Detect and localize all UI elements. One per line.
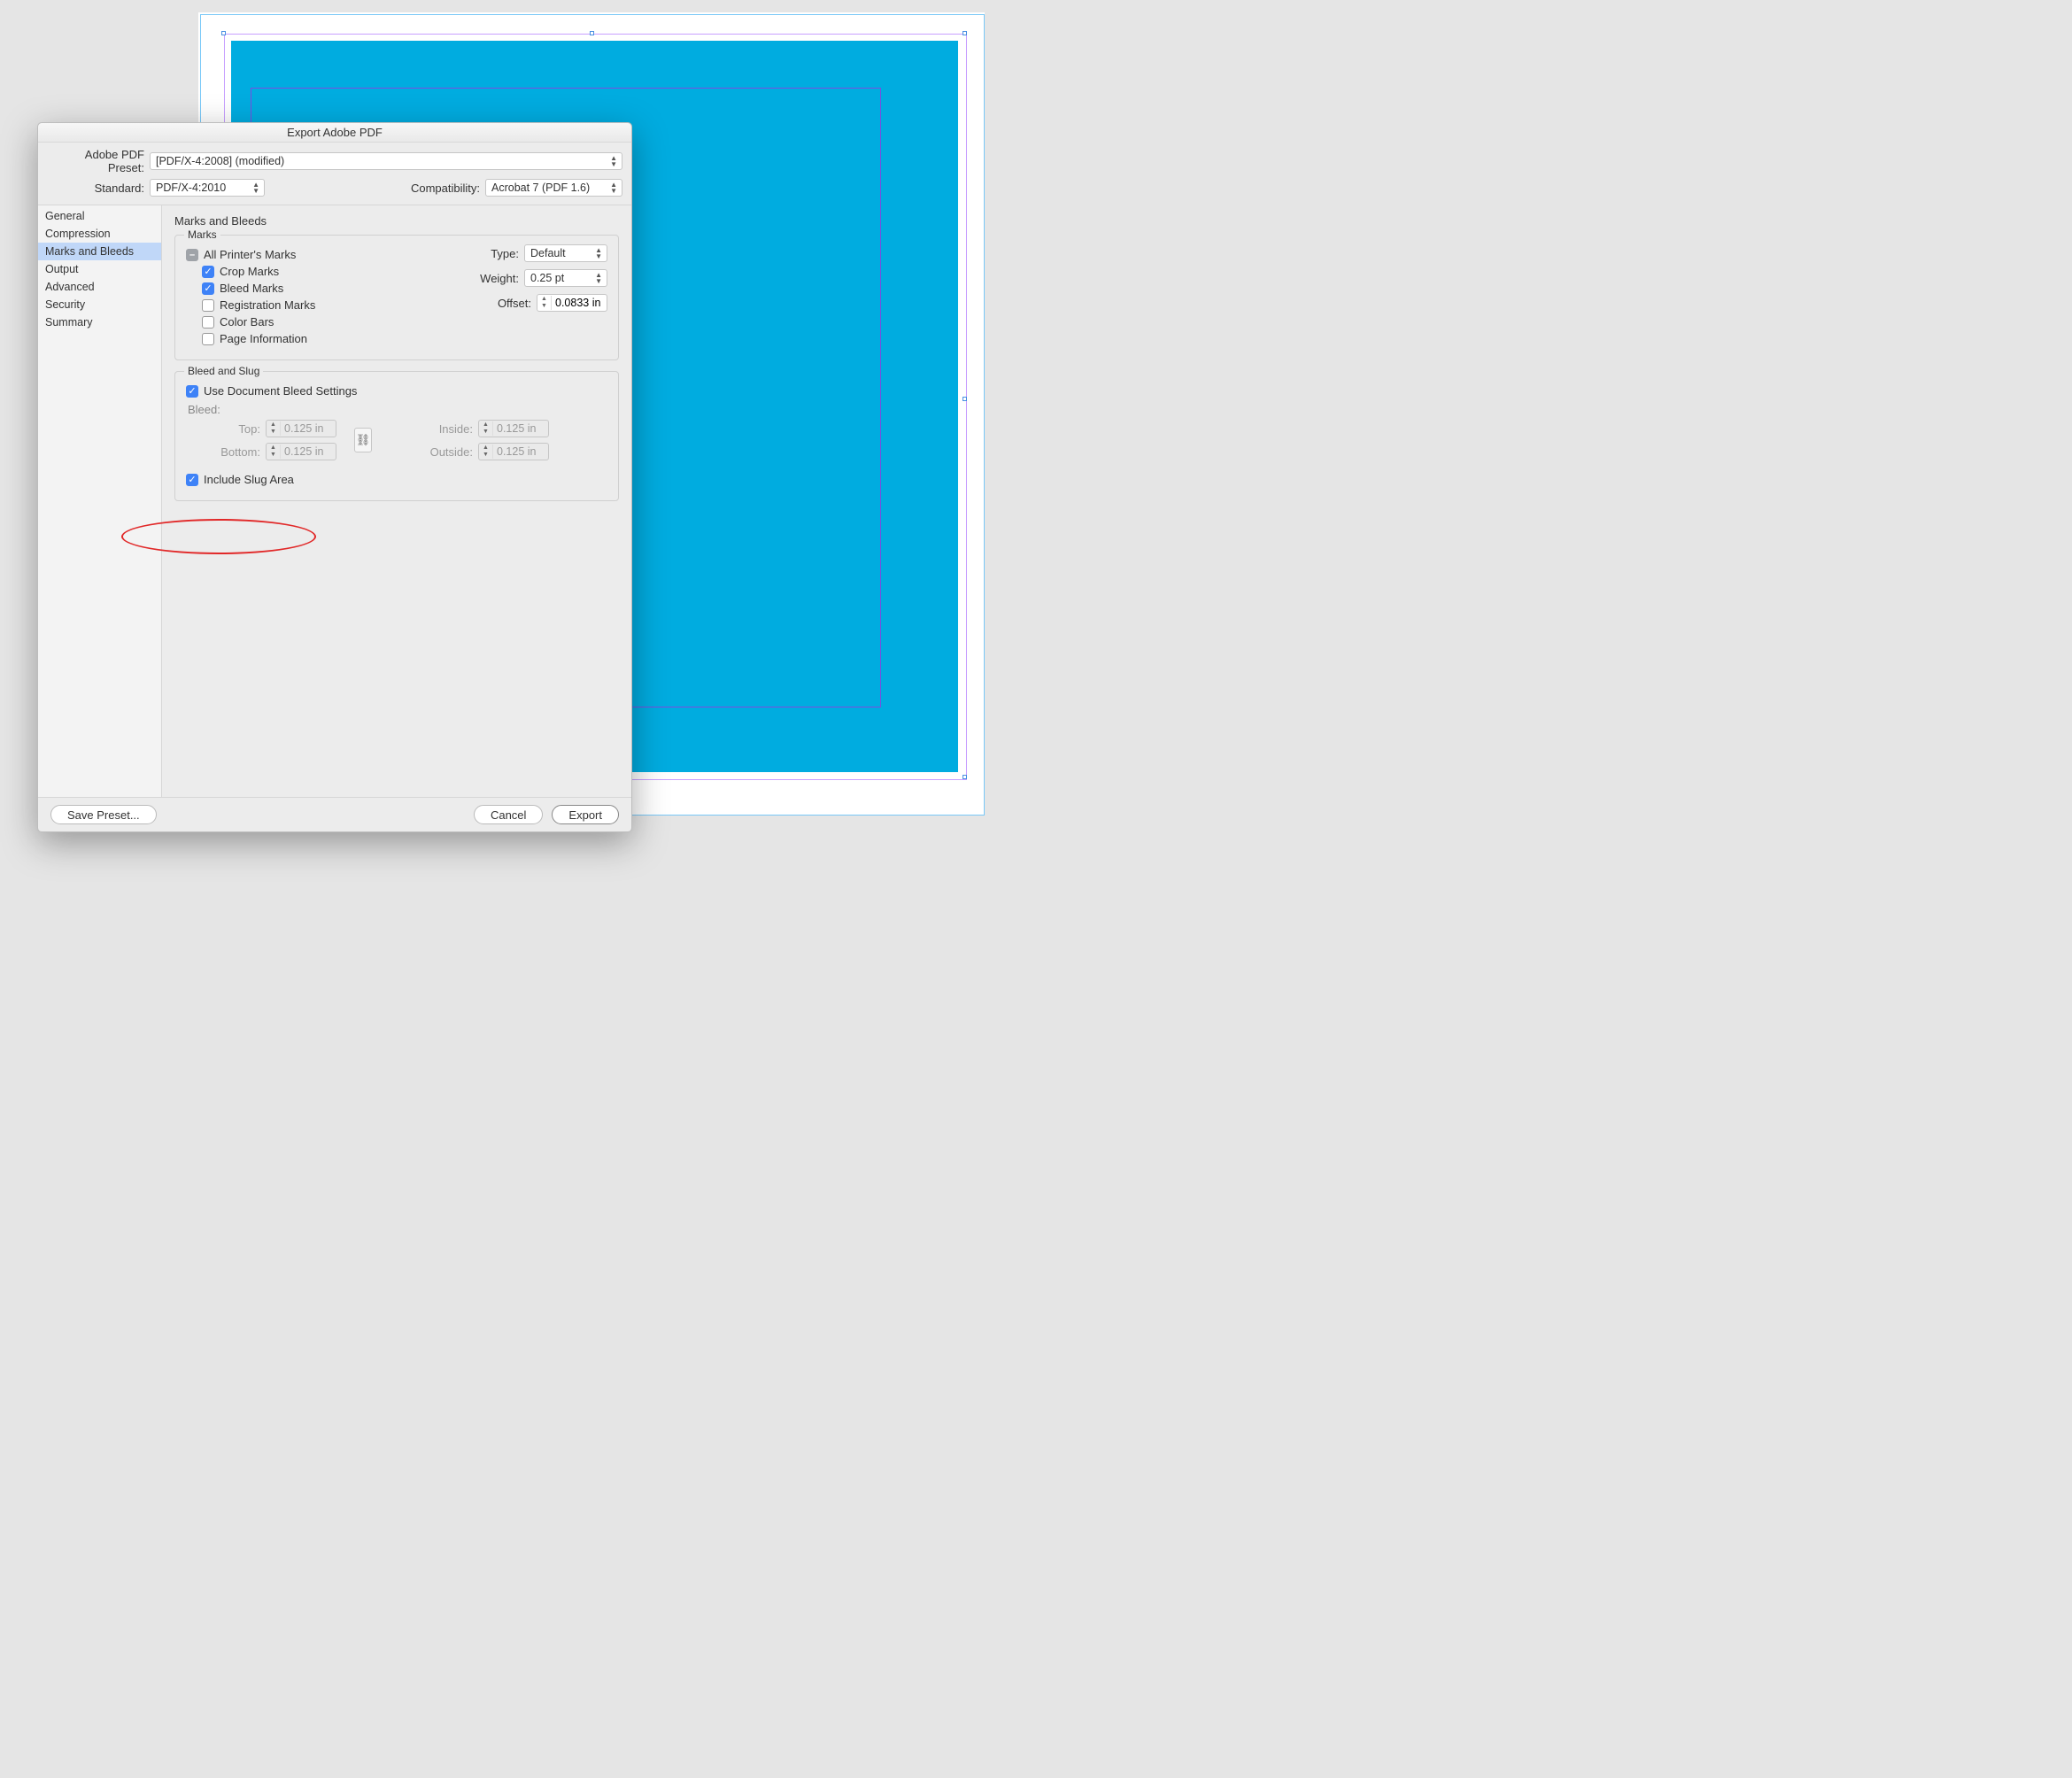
bleed-marks-label: Bleed Marks bbox=[220, 282, 283, 295]
bleed-slug-fieldset: Bleed and Slug Use Document Bleed Settin… bbox=[174, 371, 619, 501]
bleed-bottom-label: Bottom: bbox=[220, 445, 260, 459]
use-doc-bleed-row[interactable]: Use Document Bleed Settings bbox=[186, 384, 607, 398]
save-preset-label: Save Preset... bbox=[67, 808, 140, 822]
color-bars-label: Color Bars bbox=[220, 315, 274, 329]
bleed-outside-label: Outside: bbox=[430, 445, 473, 459]
dialog-footer: Save Preset... Cancel Export bbox=[38, 797, 631, 831]
export-button[interactable]: Export bbox=[552, 805, 619, 824]
dialog-title: Export Adobe PDF bbox=[38, 123, 631, 143]
preset-select[interactable]: [PDF/X-4:2008] (modified) ▲▼ bbox=[150, 152, 622, 170]
weight-label: Weight: bbox=[480, 272, 519, 285]
checkbox-icon bbox=[202, 316, 214, 329]
dialog-header-controls: Adobe PDF Preset: [PDF/X-4:2008] (modifi… bbox=[38, 143, 631, 205]
export-label: Export bbox=[568, 808, 602, 822]
checkbox-checked-icon bbox=[186, 385, 198, 398]
checkbox-checked-icon bbox=[202, 282, 214, 295]
bleed-outside-stepper: ▲▼ bbox=[478, 443, 549, 460]
color-bars-row[interactable]: Color Bars bbox=[202, 315, 414, 329]
sidebar-item-advanced[interactable]: Advanced bbox=[38, 278, 161, 296]
all-printers-marks-row[interactable]: All Printer's Marks bbox=[186, 248, 414, 261]
weight-value: 0.25 pt bbox=[530, 272, 564, 284]
page-information-row[interactable]: Page Information bbox=[202, 332, 414, 345]
sidebar-item-compression[interactable]: Compression bbox=[38, 225, 161, 243]
bleed-bottom-stepper: ▲▼ bbox=[266, 443, 336, 460]
panel-title: Marks and Bleeds bbox=[174, 214, 619, 228]
offset-label: Offset: bbox=[498, 297, 531, 310]
handle[interactable] bbox=[963, 31, 967, 35]
marks-fieldset: Marks All Printer's Marks Crop Marks bbox=[174, 235, 619, 360]
marks-legend: Marks bbox=[184, 228, 220, 241]
crop-marks-label: Crop Marks bbox=[220, 265, 279, 278]
handle[interactable] bbox=[963, 397, 967, 401]
sidebar-item-security[interactable]: Security bbox=[38, 296, 161, 313]
sidebar-item-marks-and-bleeds[interactable]: Marks and Bleeds bbox=[38, 243, 161, 260]
bleed-inside-label: Inside: bbox=[439, 422, 473, 436]
crop-marks-row[interactable]: Crop Marks bbox=[202, 265, 414, 278]
export-pdf-dialog: Export Adobe PDF Adobe PDF Preset: [PDF/… bbox=[37, 122, 632, 832]
weight-select[interactable]: 0.25 pt ▲▼ bbox=[524, 269, 607, 287]
bleed-top-input bbox=[281, 421, 336, 437]
type-label: Type: bbox=[491, 247, 519, 260]
stepper-arrows-icon: ▲▼ bbox=[267, 421, 281, 436]
checkbox-icon bbox=[202, 299, 214, 312]
sidebar-item-summary[interactable]: Summary bbox=[38, 313, 161, 331]
checkbox-checked-icon bbox=[186, 474, 198, 486]
compat-label: Compatibility: bbox=[411, 182, 480, 195]
type-select[interactable]: Default ▲▼ bbox=[524, 244, 607, 262]
cancel-label: Cancel bbox=[491, 808, 526, 822]
include-slug-label: Include Slug Area bbox=[204, 473, 294, 486]
offset-input[interactable] bbox=[552, 295, 607, 311]
cancel-button[interactable]: Cancel bbox=[474, 805, 543, 824]
panel-content: Marks and Bleeds Marks All Printer's Mar… bbox=[162, 205, 631, 797]
bleedslug-legend: Bleed and Slug bbox=[184, 365, 263, 377]
offset-stepper[interactable]: ▲▼ bbox=[537, 294, 607, 312]
bleed-bottom-input bbox=[281, 444, 336, 460]
preset-value: [PDF/X-4:2008] (modified) bbox=[156, 155, 284, 167]
standard-select[interactable]: PDF/X-4:2010 ▲▼ bbox=[150, 179, 265, 197]
stepper-arrows-icon: ▲▼ bbox=[267, 444, 281, 459]
standard-value: PDF/X-4:2010 bbox=[156, 182, 226, 194]
bleed-inside-input bbox=[493, 421, 548, 437]
handle[interactable] bbox=[590, 31, 594, 35]
stepper-arrows-icon[interactable]: ▲▼ bbox=[537, 296, 552, 310]
bleed-top-stepper: ▲▼ bbox=[266, 420, 336, 437]
all-marks-label: All Printer's Marks bbox=[204, 248, 296, 261]
bleed-outside-input bbox=[493, 444, 548, 460]
category-sidebar: General Compression Marks and Bleeds Out… bbox=[38, 205, 162, 797]
bleed-heading: Bleed: bbox=[188, 403, 607, 416]
registration-marks-row[interactable]: Registration Marks bbox=[202, 298, 414, 312]
sidebar-item-general[interactable]: General bbox=[38, 207, 161, 225]
include-slug-row[interactable]: Include Slug Area bbox=[186, 473, 607, 486]
bleed-marks-row[interactable]: Bleed Marks bbox=[202, 282, 414, 295]
stepper-arrows-icon: ▲▼ bbox=[479, 444, 493, 459]
checkbox-icon bbox=[202, 333, 214, 345]
checkbox-checked-icon bbox=[202, 266, 214, 278]
use-doc-bleed-label: Use Document Bleed Settings bbox=[204, 384, 357, 398]
bleed-inside-stepper: ▲▼ bbox=[478, 420, 549, 437]
type-value: Default bbox=[530, 247, 566, 259]
sidebar-item-output[interactable]: Output bbox=[38, 260, 161, 278]
checkbox-mixed-icon bbox=[186, 249, 198, 261]
handle[interactable] bbox=[963, 775, 967, 779]
preset-label: Adobe PDF Preset: bbox=[47, 148, 144, 174]
compat-select[interactable]: Acrobat 7 (PDF 1.6) ▲▼ bbox=[485, 179, 622, 197]
stepper-arrows-icon: ▲▼ bbox=[479, 421, 493, 436]
handle[interactable] bbox=[221, 31, 226, 35]
standard-label: Standard: bbox=[47, 182, 144, 195]
link-icon: ⛓ bbox=[354, 428, 372, 452]
compat-value: Acrobat 7 (PDF 1.6) bbox=[491, 182, 590, 194]
bleed-top-label: Top: bbox=[238, 422, 260, 436]
save-preset-button[interactable]: Save Preset... bbox=[50, 805, 157, 824]
page-information-label: Page Information bbox=[220, 332, 307, 345]
registration-marks-label: Registration Marks bbox=[220, 298, 315, 312]
